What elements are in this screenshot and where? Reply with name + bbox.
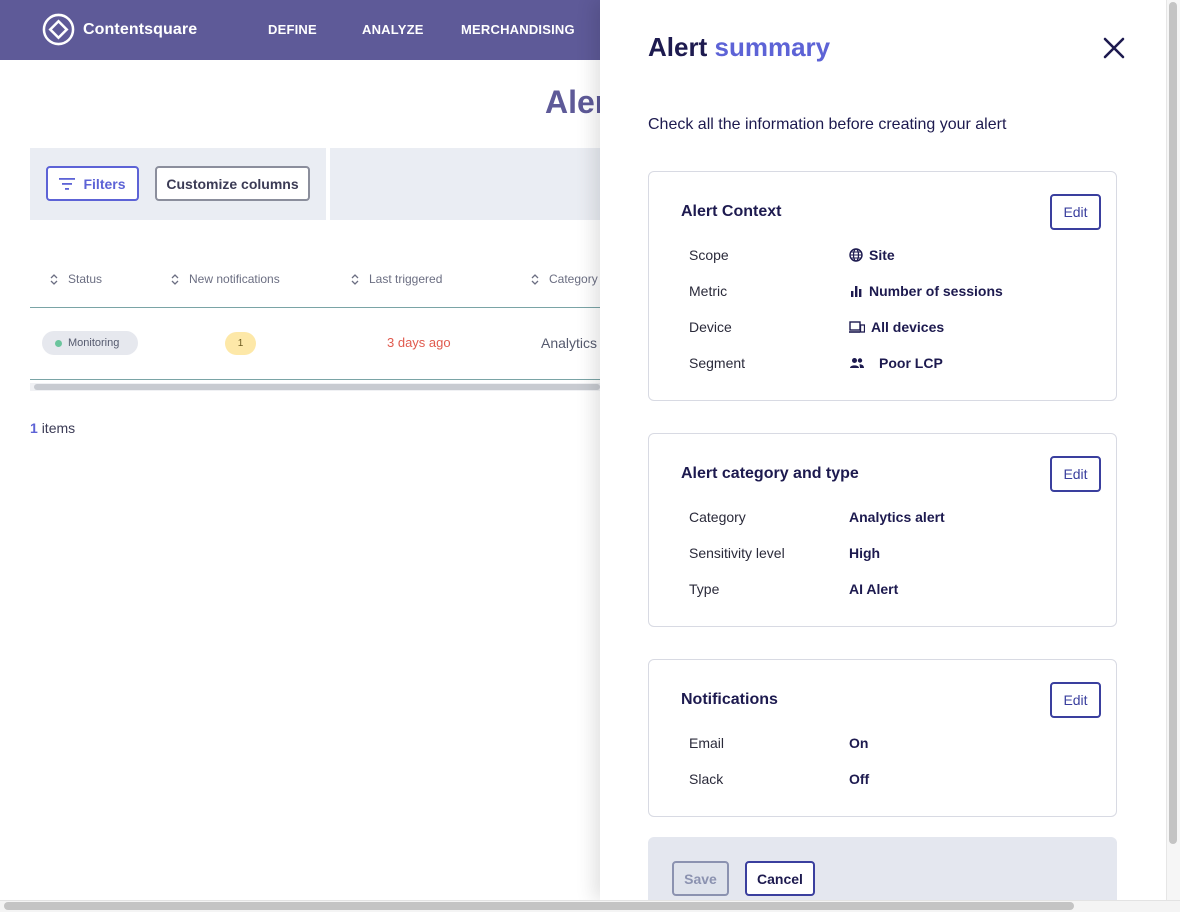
nav-analyze[interactable]: ANALYZE bbox=[362, 22, 424, 37]
type-value: AI Alert bbox=[849, 581, 899, 597]
horizontal-scrollbar-thumb[interactable] bbox=[4, 902, 1074, 910]
column-header-status[interactable]: Status bbox=[50, 272, 102, 286]
drawer-footer: Save Cancel bbox=[648, 837, 1117, 900]
sort-icon bbox=[50, 273, 58, 285]
column-header-label: Last triggered bbox=[369, 272, 443, 286]
devices-icon bbox=[849, 321, 865, 333]
category-label: Category bbox=[689, 509, 746, 525]
top-navigation-bar: Contentsquare DEFINE ANALYZE MERCHANDISI… bbox=[0, 0, 600, 60]
slack-value: Off bbox=[849, 771, 870, 787]
metric-label: Metric bbox=[689, 283, 728, 299]
column-header-category[interactable]: Category bbox=[531, 272, 598, 286]
new-notifications-badge: 1 bbox=[225, 332, 256, 355]
sort-icon bbox=[171, 273, 179, 285]
status-dot bbox=[55, 339, 62, 347]
column-header-new-notifications[interactable]: New notifications bbox=[171, 272, 280, 286]
metric-value: Number of sessions bbox=[849, 283, 1003, 299]
scope-value: Site bbox=[849, 247, 895, 263]
category-value: Analytics alert bbox=[849, 509, 945, 525]
scope-label: Scope bbox=[689, 247, 729, 263]
table-scrollbar-thumb[interactable] bbox=[34, 384, 600, 390]
globe-icon bbox=[849, 248, 863, 262]
last-triggered-value: 3 days ago bbox=[387, 335, 451, 350]
filters-label: Filters bbox=[83, 175, 126, 192]
edit-notifications-button[interactable]: Edit bbox=[1050, 682, 1101, 718]
sensitivity-label: Sensitivity level bbox=[689, 545, 785, 561]
users-icon bbox=[850, 358, 864, 368]
items-count: 1 items bbox=[30, 420, 75, 436]
items-count-number: 1 bbox=[30, 420, 38, 436]
notifications-card: Notifications Edit Email On Slack Off bbox=[648, 659, 1117, 817]
filter-icon bbox=[59, 177, 76, 190]
edit-context-button[interactable]: Edit bbox=[1050, 194, 1101, 230]
status-badge: Monitoring bbox=[42, 331, 138, 355]
edit-category-button[interactable]: Edit bbox=[1050, 456, 1101, 492]
alert-context-card: Alert Context Edit Scope Site Metric Num… bbox=[648, 171, 1117, 401]
save-button[interactable]: Save bbox=[672, 861, 729, 896]
drawer-title-accent: summary bbox=[714, 32, 831, 62]
status-label: Monitoring bbox=[68, 337, 120, 349]
drawer-subtitle: Check all the information before creatin… bbox=[648, 116, 1007, 133]
card-title: Alert category and type bbox=[681, 465, 859, 482]
drawer-title-prefix: Alert bbox=[648, 32, 708, 62]
nav-merchandising[interactable]: MERCHANDISING bbox=[461, 22, 575, 37]
card-title: Notifications bbox=[681, 691, 778, 708]
card-title: Alert Context bbox=[681, 203, 782, 220]
column-header-label: Status bbox=[68, 272, 103, 286]
device-label: Device bbox=[689, 319, 732, 335]
column-header-last-triggered[interactable]: Last triggered bbox=[351, 272, 442, 286]
sort-icon bbox=[531, 273, 539, 285]
metric-value-text: Number of sessions bbox=[869, 283, 1003, 299]
brand-logo[interactable]: Contentsquare bbox=[42, 13, 197, 46]
slack-label: Slack bbox=[689, 771, 724, 787]
email-label: Email bbox=[689, 735, 725, 751]
drawer-title: Alert summary bbox=[648, 32, 830, 63]
email-value: On bbox=[849, 735, 869, 751]
table-header-divider bbox=[30, 307, 600, 308]
sensitivity-value: High bbox=[849, 545, 881, 561]
items-count-label: items bbox=[41, 420, 76, 436]
close-icon[interactable] bbox=[1102, 36, 1126, 60]
cancel-button[interactable]: Cancel bbox=[745, 861, 815, 896]
device-value: All devices bbox=[849, 319, 944, 335]
column-header-label: New notifications bbox=[189, 272, 280, 286]
segment-label: Segment bbox=[689, 355, 746, 371]
alert-summary-drawer: Alert summary Check all the information … bbox=[600, 0, 1166, 900]
column-header-label: Category bbox=[549, 272, 598, 286]
contentsquare-logo-icon bbox=[42, 13, 75, 46]
toolbar-extension bbox=[330, 148, 600, 220]
segment-value: Poor LCP bbox=[849, 355, 943, 371]
scope-value-text: Site bbox=[869, 247, 895, 263]
device-value-text: All devices bbox=[871, 319, 945, 335]
alert-category-card: Alert category and type Edit Category An… bbox=[648, 433, 1117, 627]
vertical-scrollbar-thumb[interactable] bbox=[1169, 2, 1177, 844]
category-value: Analytics bbox=[541, 335, 598, 351]
bar-chart-icon bbox=[851, 286, 862, 297]
type-label: Type bbox=[689, 581, 720, 597]
brand-name: Contentsquare bbox=[83, 20, 198, 38]
customize-columns-button[interactable]: Customize columns bbox=[155, 166, 310, 201]
nav-define[interactable]: DEFINE bbox=[268, 22, 317, 37]
segment-value-text: Poor LCP bbox=[879, 355, 943, 371]
sort-icon bbox=[351, 273, 359, 285]
filters-button[interactable]: Filters bbox=[46, 166, 139, 201]
table-bottom-divider bbox=[30, 379, 600, 380]
